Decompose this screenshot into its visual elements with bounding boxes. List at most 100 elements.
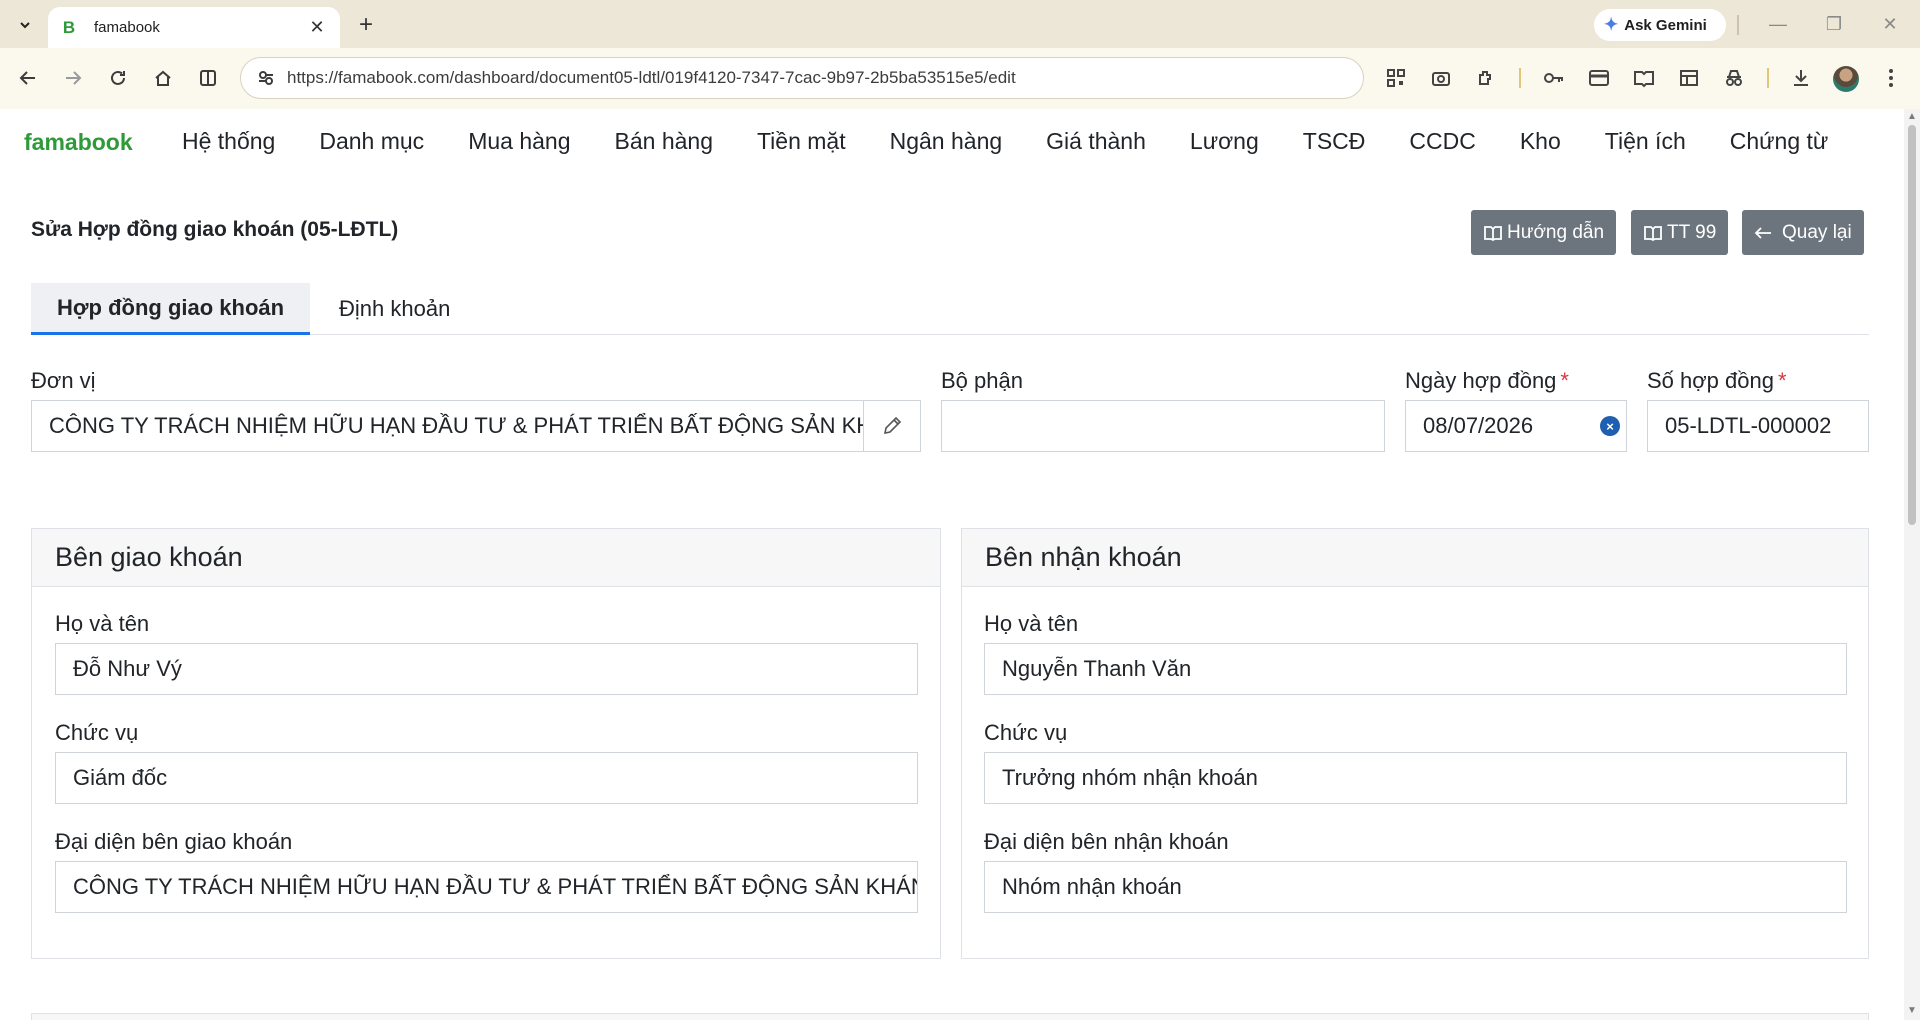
tab-search-button[interactable] [10, 10, 40, 40]
bo-phan-input[interactable] [941, 400, 1385, 452]
ben-giao-khoan-header: Bên giao khoán [32, 529, 940, 587]
ngay-hop-dong-label-text: Ngày hợp đồng [1405, 368, 1557, 393]
ask-gemini-button[interactable]: ✦ Ask Gemini [1594, 9, 1726, 41]
page-scrollbar[interactable]: ▲ ▼ [1904, 109, 1920, 1020]
home-icon[interactable] [147, 62, 179, 94]
back-button[interactable]: Quay lại [1742, 210, 1864, 255]
reading-list-icon[interactable] [1629, 63, 1659, 93]
payment-card-icon[interactable] [1584, 63, 1614, 93]
back-arrow-icon[interactable] [12, 62, 44, 94]
ben-nhan-ho-ten-label: Họ và tên [984, 611, 1079, 636]
download-icon[interactable] [1786, 63, 1816, 93]
ben-nhan-khoan-header: Bên nhận khoán [962, 529, 1868, 587]
ben-giao-ho-ten-input[interactable]: Đỗ Như Vý [55, 643, 918, 695]
so-hop-dong-label: Số hợp đồng * [1647, 368, 1787, 394]
menu-item-ban-hang[interactable]: Bán hàng [593, 127, 735, 155]
ngay-hop-dong-input[interactable]: 08/07/2026 [1405, 400, 1627, 452]
document-tabs: Hợp đồng giao khoán Định khoản [31, 283, 1869, 335]
reading-mode-icon[interactable] [192, 62, 224, 94]
book-icon [1643, 224, 1663, 242]
minimize-window-button[interactable]: — [1758, 8, 1798, 40]
divider [1767, 68, 1769, 88]
page-title: Sửa Hợp đồng giao khoán (05-LĐTL) [31, 218, 399, 241]
ben-nhan-chuc-vu-label: Chức vụ [984, 720, 1068, 745]
extensions-icon[interactable] [1471, 63, 1501, 93]
menu-item-danh-muc[interactable]: Danh mục [297, 127, 446, 155]
browser-tab[interactable]: B famabook ✕ [48, 7, 340, 48]
password-key-icon[interactable] [1539, 63, 1569, 93]
forward-arrow-icon[interactable] [57, 62, 89, 94]
menu-item-tscd[interactable]: TSCĐ [1281, 127, 1388, 155]
brand-logo[interactable]: famabook [24, 129, 133, 156]
close-window-button[interactable]: ✕ [1870, 8, 1910, 40]
profile-avatar[interactable] [1833, 66, 1859, 92]
browser-toolbar: https://famabook.com/dashboard/document0… [0, 48, 1920, 109]
required-marker: * [1560, 368, 1569, 393]
ben-nhan-chuc-vu-input[interactable]: Trưởng nhóm nhận khoán [984, 752, 1847, 804]
screenshot-icon[interactable] [1426, 63, 1456, 93]
don-vi-input[interactable]: CÔNG TY TRÁCH NHIỆM HỮU HẠN ĐẦU TƯ & PHÁ… [31, 400, 864, 452]
scroll-down-icon[interactable]: ▼ [1907, 1006, 1917, 1016]
ben-giao-dai-dien-input[interactable]: CÔNG TY TRÁCH NHIỆM HỮU HẠN ĐẦU TƯ & PHÁ… [55, 861, 918, 913]
qr-code-icon[interactable] [1381, 63, 1411, 93]
ben-giao-ho-ten-label: Họ và tên [55, 611, 150, 636]
restore-window-button[interactable]: ❐ [1814, 8, 1854, 40]
tab-hop-dong-giao-khoan[interactable]: Hợp đồng giao khoán [31, 283, 311, 335]
clear-date-icon[interactable]: × [1600, 416, 1620, 436]
so-hop-dong-label-text: Số hợp đồng [1647, 368, 1774, 393]
ngay-hop-dong-label: Ngày hợp đồng * [1405, 368, 1569, 394]
tab-title: famabook [94, 19, 160, 36]
scroll-up-icon[interactable]: ▲ [1907, 112, 1917, 122]
menu-item-mua-hang[interactable]: Mua hàng [446, 127, 592, 155]
ben-nhan-khoan-card: Bên nhận khoán Họ và tên Nguyễn Thanh Vă… [961, 528, 1869, 959]
tab-dinh-khoan[interactable]: Định khoản [313, 283, 476, 335]
famabook-favicon-icon: B [62, 17, 76, 37]
ben-nhan-dai-dien-label: Đại diện bên nhận khoán [984, 829, 1229, 854]
required-marker: * [1777, 368, 1787, 393]
main-menu: Hệ thống Danh mục Mua hàng Bán hàng Tiền… [160, 127, 1850, 155]
menu-item-chung-tu[interactable]: Chứng từ [1708, 127, 1851, 155]
tab-layout-icon[interactable] [1674, 63, 1704, 93]
ben-giao-khoan-card: Bên giao khoán Họ và tên Đỗ Như Vý Chức … [31, 528, 941, 959]
url-text: https://famabook.com/dashboard/document0… [287, 68, 1016, 87]
ask-gemini-label: Ask Gemini [1624, 16, 1707, 34]
next-section-card [31, 1013, 1869, 1020]
menu-item-ccdc[interactable]: CCDC [1387, 127, 1497, 155]
guide-button[interactable]: Hướng dẫn [1471, 210, 1617, 255]
ben-giao-dai-dien-label: Đại diện bên giao khoán [55, 829, 293, 854]
menu-item-luong[interactable]: Lương [1168, 127, 1281, 155]
pencil-icon [883, 416, 902, 435]
bo-phan-label: Bộ phận [941, 368, 1023, 393]
incognito-icon[interactable] [1719, 63, 1749, 93]
ben-giao-chuc-vu-label: Chức vụ [55, 720, 139, 745]
menu-item-he-thong[interactable]: Hệ thống [160, 127, 297, 155]
divider [1519, 68, 1521, 88]
ben-nhan-dai-dien-input[interactable]: Nhóm nhận khoán [984, 861, 1847, 913]
gemini-sparkle-icon: ✦ [1604, 15, 1619, 34]
tt99-button-label: TT 99 [1667, 221, 1717, 243]
menu-item-ngan-hang[interactable]: Ngân hàng [868, 127, 1025, 155]
menu-item-kho[interactable]: Kho [1498, 127, 1583, 155]
address-bar[interactable]: https://famabook.com/dashboard/document0… [240, 57, 1364, 99]
arrow-left-icon [1754, 226, 1772, 240]
divider [1737, 15, 1739, 35]
ben-giao-chuc-vu-input[interactable]: Giám đốc [55, 752, 918, 804]
menu-item-tien-mat[interactable]: Tiền mặt [735, 127, 868, 155]
browser-tabstrip: B famabook ✕ + ✦ Ask Gemini — ❐ ✕ [0, 0, 1920, 48]
menu-item-gia-thanh[interactable]: Giá thành [1024, 127, 1168, 155]
close-tab-icon[interactable]: ✕ [306, 17, 328, 39]
tt99-button[interactable]: TT 99 [1631, 210, 1729, 255]
ben-nhan-ho-ten-input[interactable]: Nguyễn Thanh Văn [984, 643, 1847, 695]
back-button-label: Quay lại [1782, 221, 1852, 243]
site-info-icon[interactable] [255, 67, 277, 89]
so-hop-dong-input[interactable]: 05-LDTL-000002 [1647, 400, 1869, 452]
reload-icon[interactable] [102, 62, 134, 94]
edit-don-vi-button[interactable] [863, 400, 921, 452]
menu-item-tien-ich[interactable]: Tiện ích [1583, 127, 1708, 155]
new-tab-button[interactable]: + [352, 11, 380, 39]
page-content: famabook Hệ thống Danh mục Mua hàng Bán … [0, 109, 1904, 1020]
app-navbar: famabook Hệ thống Danh mục Mua hàng Bán … [0, 109, 1904, 177]
more-menu-icon[interactable] [1876, 63, 1906, 93]
scrollbar-thumb[interactable] [1908, 125, 1916, 525]
guide-button-label: Hướng dẫn [1507, 221, 1605, 243]
